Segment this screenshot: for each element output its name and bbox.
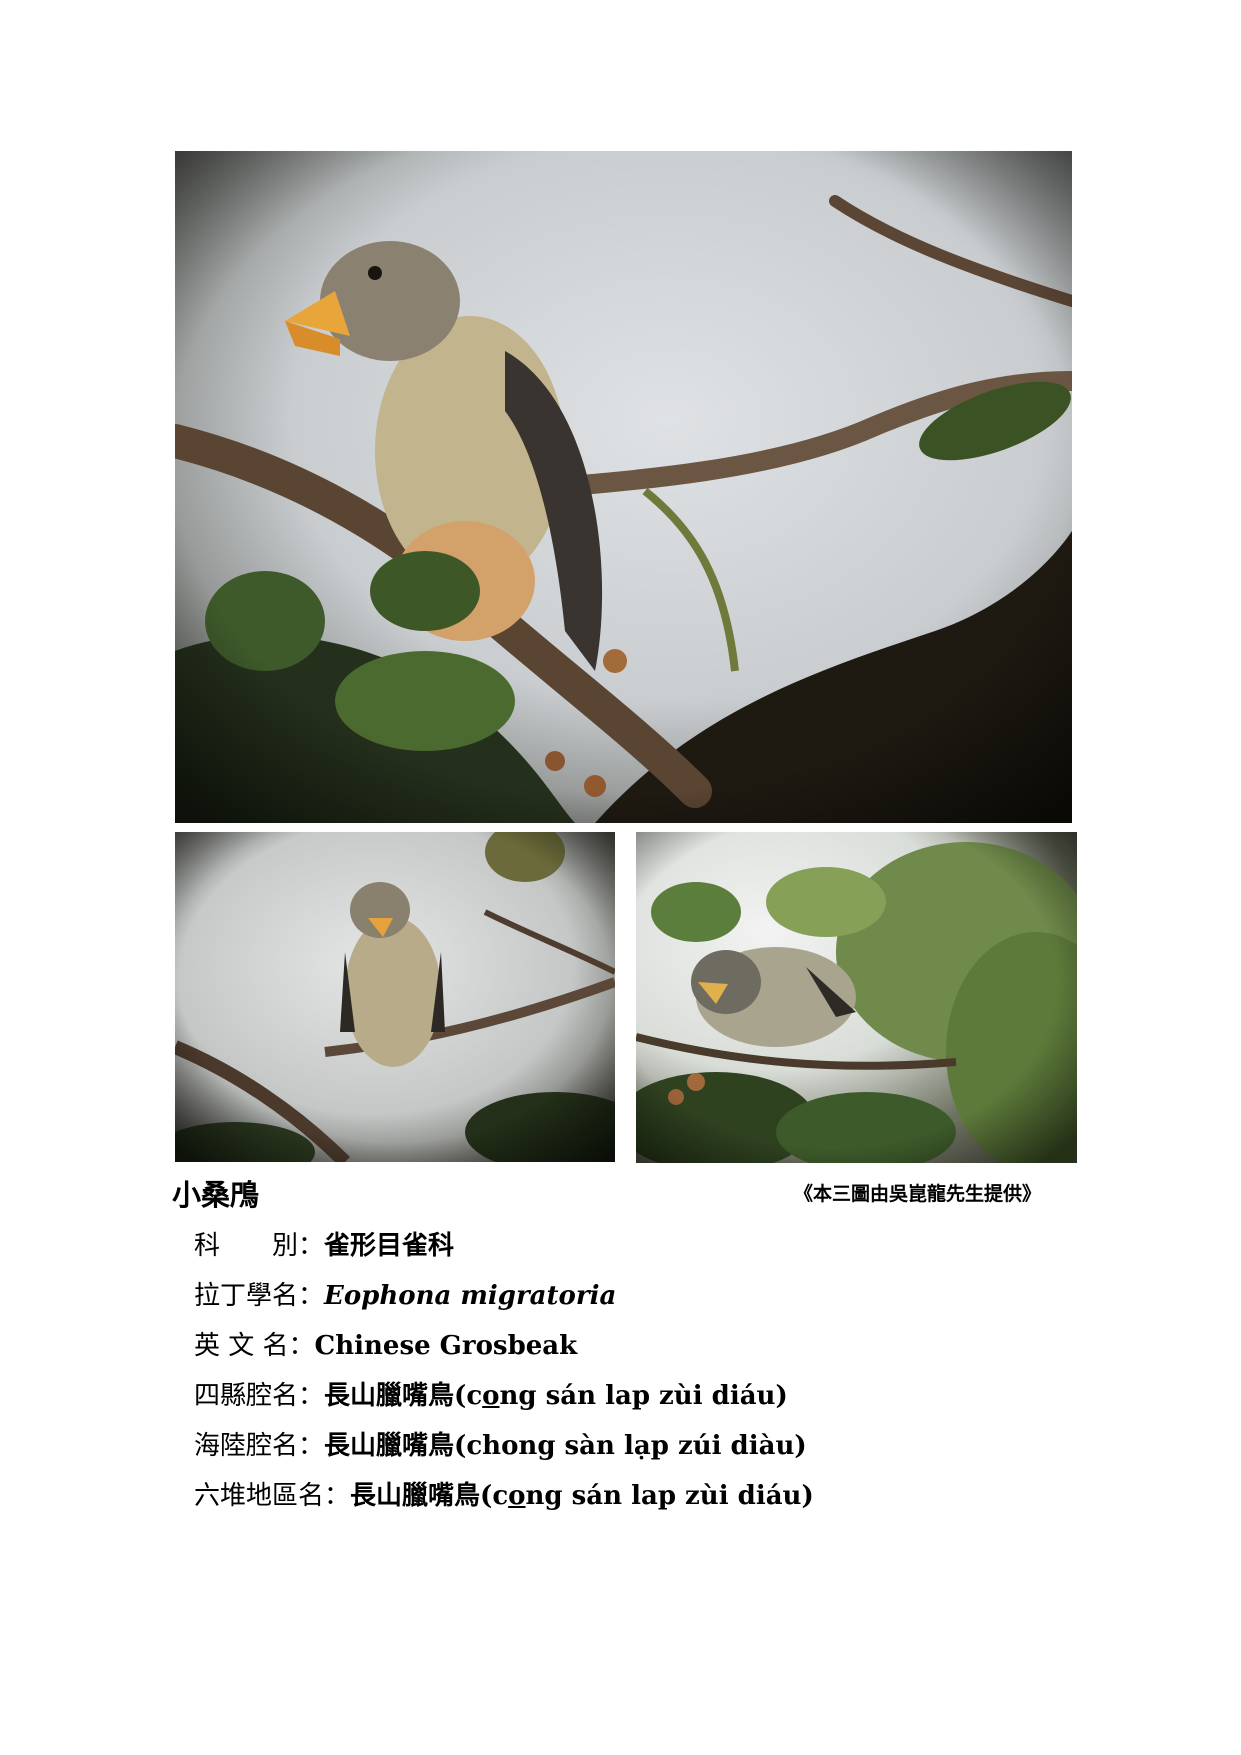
liudui-romanization-pre: (c: [480, 1481, 509, 1511]
family-label: 科 別：: [194, 1231, 325, 1261]
family-value: 雀形目雀科: [324, 1231, 455, 1261]
sixian-name-row: 四縣腔名：長山臘嘴鳥(cong sán lap zùi diáu): [194, 1371, 814, 1421]
english-name-value: Chinese Grosbeak: [314, 1331, 578, 1361]
species-title: 小桑鳲: [172, 1178, 260, 1212]
photo-credit: 《本三圖由吳崑龍先生提供》: [793, 1183, 1041, 1205]
sixian-chars: 長山臘嘴鳥: [324, 1381, 455, 1411]
sixian-label: 四縣腔名：: [194, 1381, 325, 1411]
hailu-chars: 長山臘嘴鳥: [324, 1431, 455, 1461]
liudui-romanization-post: ng sán lap zùi diáu): [525, 1481, 814, 1511]
english-name-row: 英 文 名：Chinese Grosbeak: [194, 1321, 814, 1371]
bird-photo-main: [175, 151, 1072, 823]
sixian-romanization-underlined: o: [482, 1381, 500, 1411]
latin-name-value: Eophona migratoria: [324, 1281, 617, 1311]
bird-photo-right: [636, 832, 1077, 1163]
species-info: 科 別：雀形目雀科 拉丁學名：Eophona migratoria 英 文 名：…: [194, 1221, 814, 1521]
sixian-romanization-post: ng sán lap zùi diáu): [499, 1381, 788, 1411]
hailu-label: 海陸腔名：: [194, 1431, 325, 1461]
liudui-romanization-underlined: o: [508, 1481, 526, 1511]
sixian-romanization-pre: (c: [454, 1381, 483, 1411]
hailu-name-row: 海陸腔名：長山臘嘴鳥(chong sàn lạp zúi diàu): [194, 1421, 814, 1471]
liudui-label: 六堆地區名：: [194, 1481, 351, 1511]
family-row: 科 別：雀形目雀科: [194, 1221, 814, 1271]
latin-name-row: 拉丁學名：Eophona migratoria: [194, 1271, 814, 1321]
bird-photo-left: [175, 832, 615, 1162]
english-name-label: 英 文 名：: [194, 1331, 315, 1361]
liudui-name-row: 六堆地區名：長山臘嘴鳥(cong sán lap zùi diáu): [194, 1471, 814, 1521]
hailu-romanization: (chong sàn lạp zúi diàu): [454, 1431, 807, 1461]
liudui-chars: 長山臘嘴鳥: [350, 1481, 481, 1511]
latin-name-label: 拉丁學名：: [194, 1281, 325, 1311]
